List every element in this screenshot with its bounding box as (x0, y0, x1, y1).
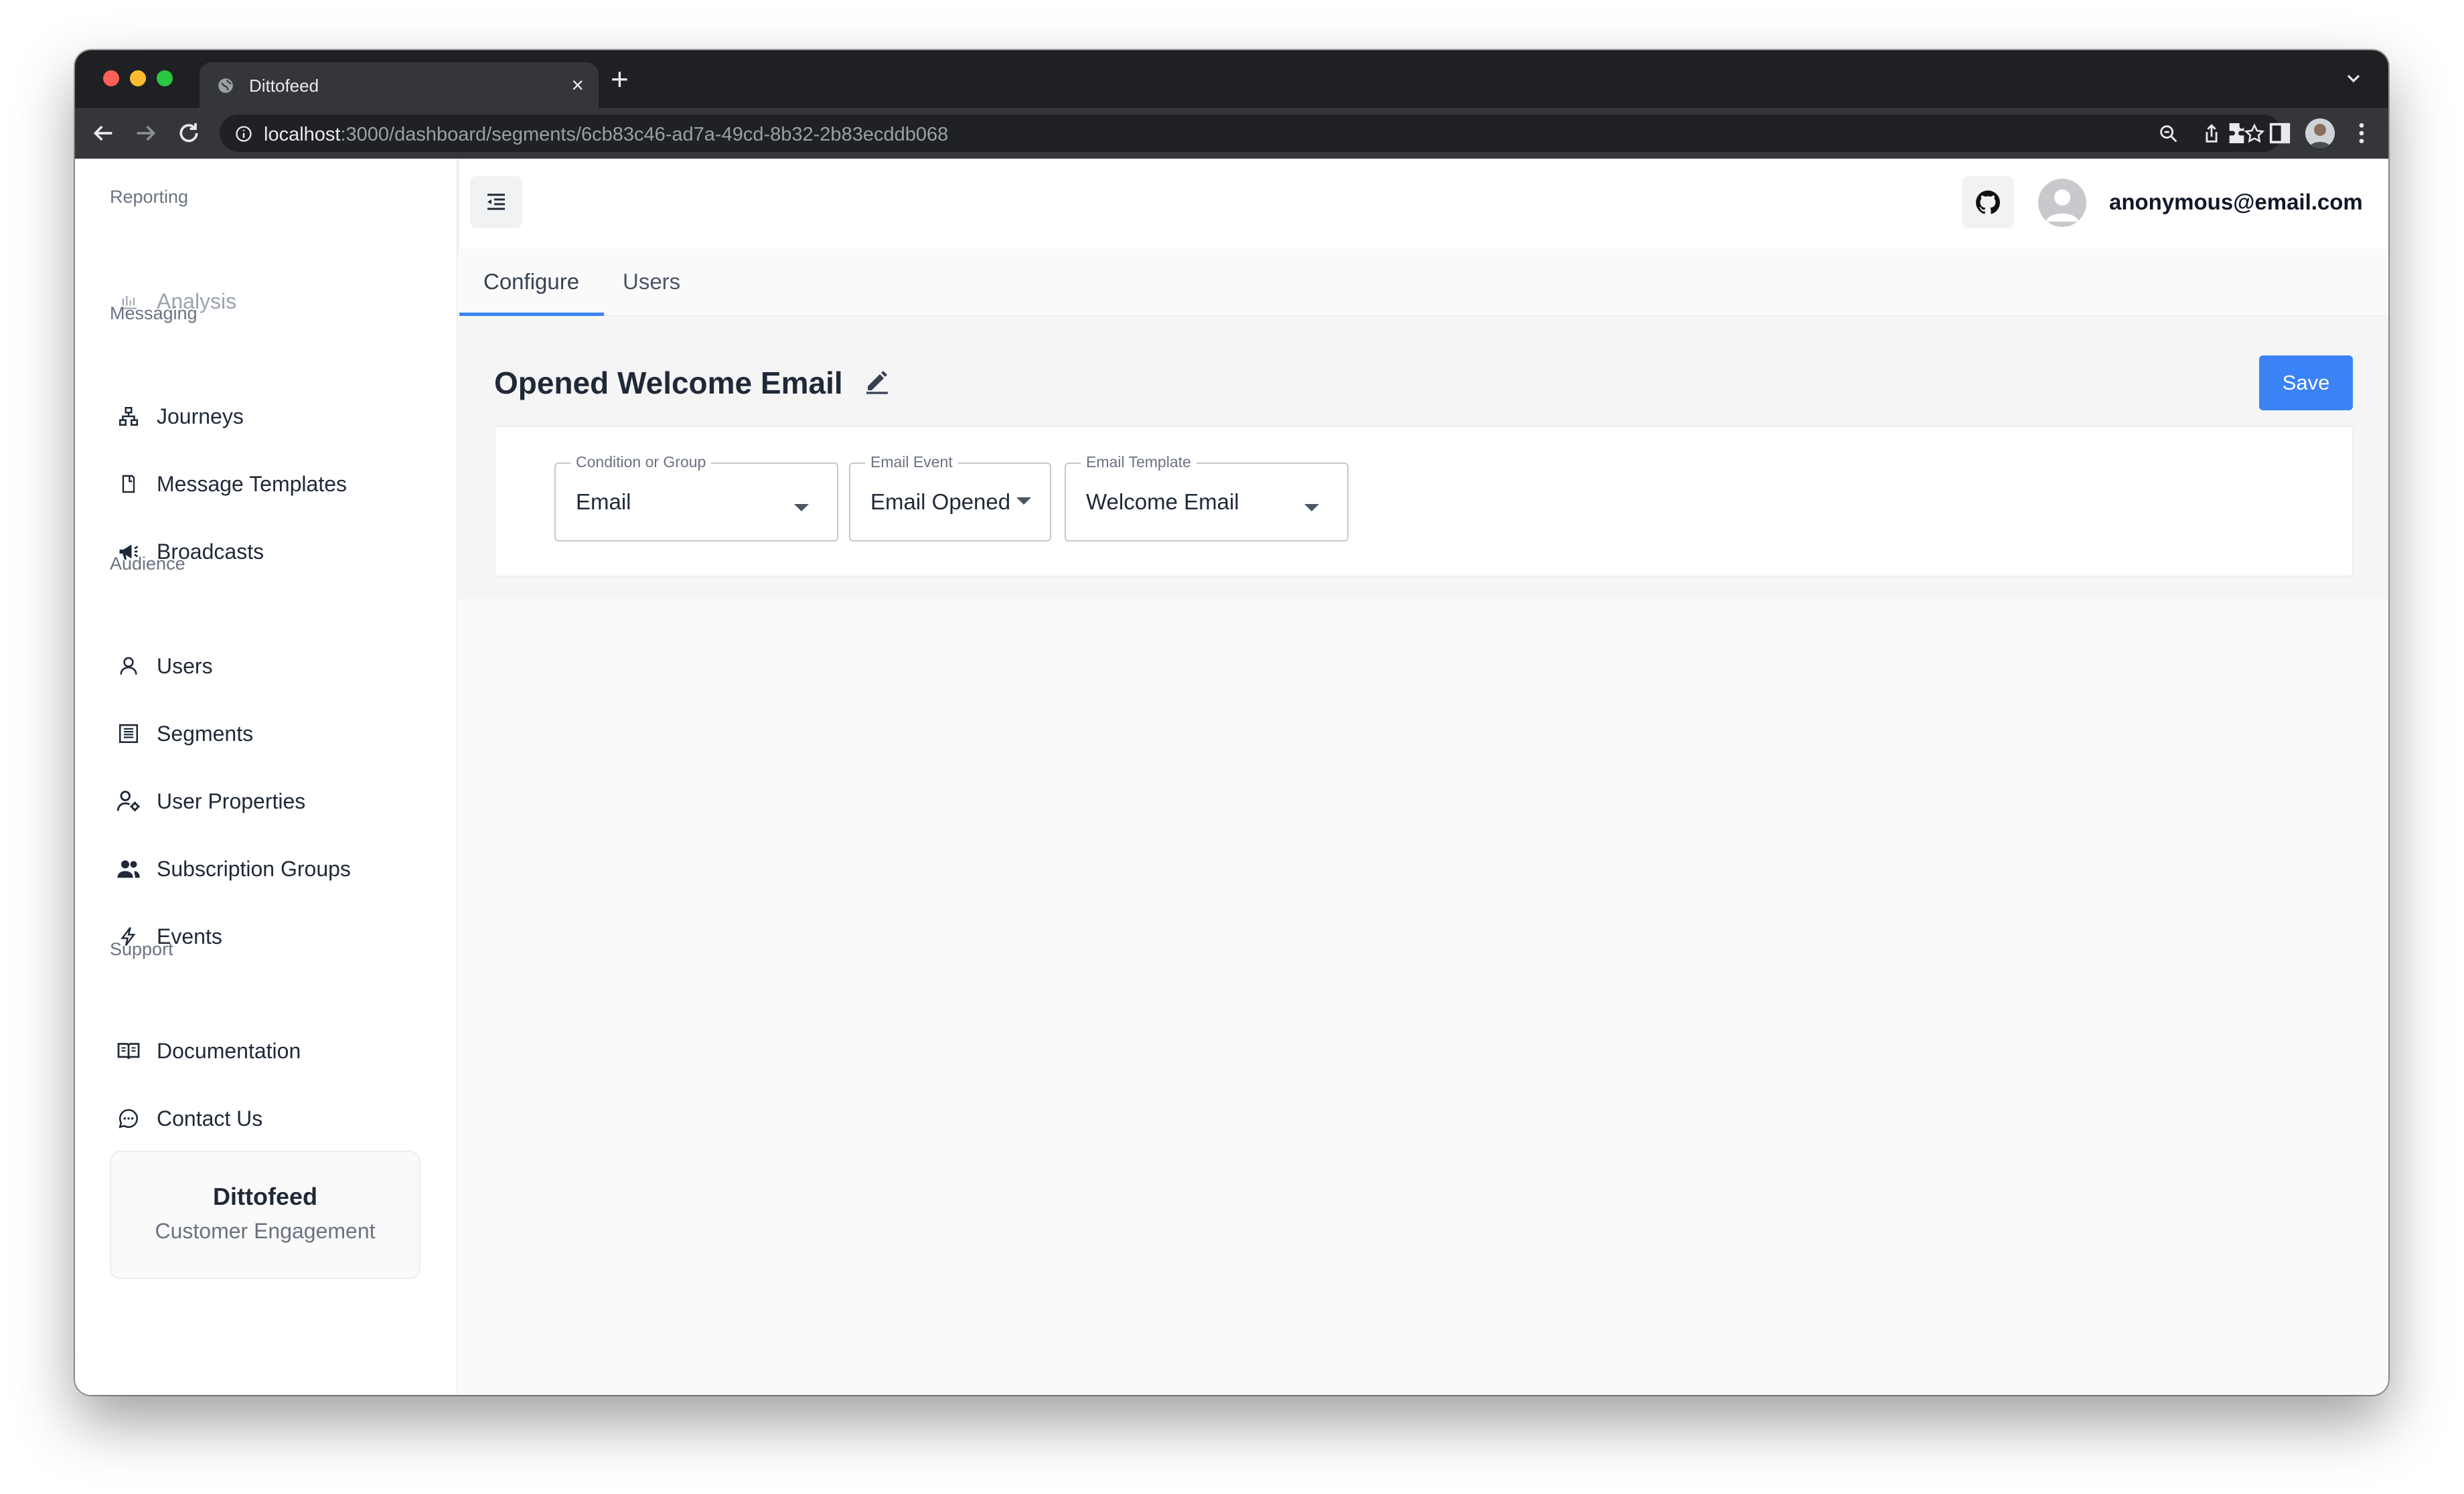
brand-name: Dittofeed (213, 1183, 317, 1210)
sitemap-icon (115, 403, 142, 430)
sidebar: Reporting Analysis Messaging Journeys Me… (75, 159, 458, 1395)
info-icon[interactable] (234, 124, 253, 143)
profile-avatar[interactable] (2305, 118, 2335, 148)
browser-window: Dittofeed × + localhost:3000/dashboard/s… (75, 50, 2388, 1395)
field-value: Email (576, 489, 631, 514)
user-email[interactable]: anonymous@email.com (2109, 189, 2363, 215)
user-icon (115, 653, 142, 679)
save-button[interactable]: Save (2259, 355, 2353, 410)
sidebar-item-label: Segments (157, 721, 254, 746)
field-label: Email Event (865, 453, 958, 471)
github-icon (1976, 190, 2000, 214)
app: Reporting Analysis Messaging Journeys Me… (75, 159, 2388, 1395)
sidebar-item-user-properties[interactable]: User Properties (110, 778, 425, 825)
sidebar-item-label: Contact Us (157, 1106, 263, 1131)
brand-card: Dittofeed Customer Engagement (110, 1151, 420, 1279)
zoom-icon[interactable] (2157, 122, 2180, 145)
email-event-select[interactable]: Email Event Email Opened (849, 453, 1051, 542)
close-tab-icon[interactable]: × (571, 72, 584, 98)
close-window-button[interactable] (103, 70, 119, 86)
sidebar-item-documentation[interactable]: Documentation (110, 1027, 425, 1074)
dropdown-arrow-icon (1304, 504, 1319, 511)
section-label-audience: Audience (110, 554, 185, 574)
segment-definition-card: Condition or Group Email Email Event Ema… (494, 426, 2354, 577)
sidebar-item-message-templates[interactable]: Message Templates (110, 461, 425, 507)
more-vertical-icon[interactable] (2348, 120, 2375, 147)
book-icon (115, 1038, 142, 1064)
brand-tagline: Customer Engagement (155, 1219, 376, 1243)
browser-toolbar: localhost:3000/dashboard/segments/6cb83c… (75, 108, 2388, 159)
extensions-icon[interactable] (2225, 120, 2252, 147)
sidebar-item-contact-us[interactable]: Contact Us (110, 1095, 425, 1142)
sidebar-item-label: Subscription Groups (157, 856, 351, 881)
minimize-window-button[interactable] (130, 70, 146, 86)
menu-fold-icon (487, 193, 505, 210)
github-button[interactable] (1962, 176, 2014, 228)
section-label-support: Support (110, 939, 173, 959)
section-label-messaging: Messaging (110, 303, 198, 323)
side-panel-icon[interactable] (2266, 120, 2293, 147)
tab-title: Dittofeed (249, 76, 319, 96)
section-label-reporting: Reporting (110, 187, 189, 207)
field-value: Welcome Email (1086, 489, 1239, 514)
url-text[interactable]: localhost:3000/dashboard/segments/6cb83c… (264, 124, 948, 146)
sidebar-item-users[interactable]: Users (110, 643, 425, 689)
address-bar[interactable]: localhost:3000/dashboard/segments/6cb83c… (220, 114, 2282, 152)
segment-tabs: Configure Users (459, 248, 2388, 317)
team-icon (115, 855, 142, 882)
app-header: anonymous@email.com (459, 159, 2388, 248)
sidebar-item-segments[interactable]: Segments (110, 710, 425, 757)
sidebar-item-label: Message Templates (157, 471, 347, 496)
reload-icon[interactable] (175, 120, 202, 147)
sidebar-item-label: Journeys (157, 404, 244, 428)
globe-icon (218, 78, 233, 93)
browser-tabstrip: Dittofeed × + (75, 50, 2388, 108)
field-label: Email Template (1081, 453, 1197, 471)
profile-photo-icon (2305, 118, 2335, 148)
back-icon[interactable] (90, 120, 117, 147)
page-title: Opened Welcome Email (494, 365, 843, 400)
sidebar-item-label: Users (157, 653, 213, 678)
new-tab-button[interactable]: + (611, 64, 629, 94)
dropdown-arrow-icon (1016, 497, 1031, 505)
edit-title-button[interactable] (861, 365, 893, 397)
document-icon (115, 471, 142, 497)
sidebar-item-label: Documentation (157, 1038, 301, 1063)
pencil-icon (866, 371, 888, 394)
email-template-select[interactable]: Email Template Welcome Email (1065, 453, 1349, 542)
browser-tab[interactable]: Dittofeed × (200, 62, 599, 108)
condition-or-group-select[interactable]: Condition or Group Email (554, 453, 838, 542)
avatar[interactable] (2038, 179, 2086, 227)
collapse-menu-button[interactable] (470, 176, 522, 228)
chevron-down-icon[interactable] (2343, 68, 2364, 89)
zoom-window-button[interactable] (157, 70, 173, 86)
segment-editor: Opened Welcome Email Save Condition or G… (459, 318, 2388, 599)
forward-icon[interactable] (133, 120, 159, 147)
tab-users[interactable]: Users (623, 248, 680, 315)
sidebar-item-label: User Properties (157, 788, 306, 813)
sidebar-item-journeys[interactable]: Journeys (110, 393, 425, 440)
active-tab-indicator (459, 313, 604, 316)
dropdown-arrow-icon (794, 504, 809, 511)
sidebar-item-subscription-groups[interactable]: Subscription Groups (110, 845, 425, 892)
field-label: Condition or Group (570, 453, 712, 471)
chat-icon (115, 1105, 142, 1132)
user-gear-icon (115, 788, 142, 815)
share-icon[interactable] (2200, 122, 2223, 145)
tab-configure[interactable]: Configure (483, 248, 579, 315)
segments-icon (115, 720, 142, 747)
user-avatar-icon (2046, 189, 2078, 222)
field-value: Email Opened (870, 489, 1011, 514)
